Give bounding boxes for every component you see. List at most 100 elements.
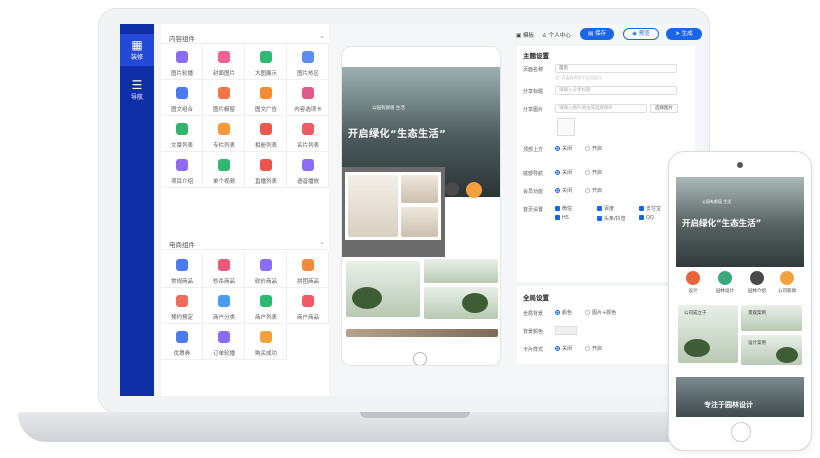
widget-icon xyxy=(218,87,230,99)
canvas-preview[interactable]: 公园有颜值 生活 开启绿化“生态生活” xyxy=(341,46,501,366)
content-group-header[interactable]: 内容组件 ⌄ xyxy=(161,30,329,44)
commerce-group-title: 电商组件 xyxy=(169,241,195,249)
commerce-widget[interactable]: 订单轮播 xyxy=(203,324,245,360)
widget-label: 购买成功 xyxy=(254,351,277,357)
content-widget[interactable]: 图文广告 xyxy=(245,80,287,116)
widget-icon xyxy=(302,123,314,135)
design-circle-icon[interactable] xyxy=(686,271,700,285)
save-button[interactable]: ▤ 保存 xyxy=(580,28,614,40)
bg-image-radio[interactable]: 图片+颜色 xyxy=(585,309,616,316)
member-label: 会员功能 xyxy=(523,189,544,195)
nav-item-decorate[interactable]: ▦ 装修 xyxy=(120,34,154,66)
widget-label: 专栏列表 xyxy=(212,143,235,149)
room-image xyxy=(348,175,398,237)
commerce-widget[interactable]: 秒杀商品 xyxy=(203,252,245,288)
content-widget[interactable]: 图文组合 xyxy=(161,80,203,116)
landscape-case-title: 景观案例 xyxy=(748,311,766,316)
widget-label: 常规商品 xyxy=(170,279,193,285)
share-qq-checkbox[interactable]: QQ xyxy=(639,215,654,221)
content-widget[interactable]: 项目介绍 xyxy=(161,152,203,188)
card-style-on-radio[interactable]: 开启 xyxy=(585,345,602,352)
commerce-widget[interactable]: 优惠券 xyxy=(161,324,203,360)
preview-button[interactable]: ◉ 预览 xyxy=(623,28,659,40)
share-wechat-checkbox[interactable]: 微信 xyxy=(555,205,572,212)
commerce-widget[interactable]: 商户商品 xyxy=(287,288,329,324)
generate-button[interactable]: ➤ 生成 xyxy=(666,28,702,40)
nav-item-navigation[interactable]: ☰ 导航 xyxy=(120,74,154,106)
bg-color-picker[interactable] xyxy=(555,326,577,335)
circle-label: 园林设计 xyxy=(716,289,734,294)
share-alipay-checkbox[interactable]: 支付宝 xyxy=(639,205,661,212)
share-image-thumb[interactable] xyxy=(557,118,575,136)
commerce-widget[interactable]: 商户分类 xyxy=(203,288,245,324)
user-center-link[interactable]: ♙ 个人中心 xyxy=(542,31,571,39)
template-link[interactable]: ▣ 模板 xyxy=(516,31,534,39)
phone-hero-title: 开启绿化“生态生活” xyxy=(682,219,762,229)
top-bar-on-radio[interactable]: 开启 xyxy=(585,145,602,152)
content-widget[interactable]: 封面图片 xyxy=(203,44,245,80)
widget-icon xyxy=(176,295,188,307)
chevron-down-icon: ⌄ xyxy=(319,238,325,246)
footer-image xyxy=(346,329,498,337)
checkbox-label: 头条/抖音 xyxy=(604,216,626,222)
phone-home-button xyxy=(731,422,751,442)
commerce-widget[interactable]: 常规商品 xyxy=(161,252,203,288)
widget-icon xyxy=(260,259,272,271)
nav-circle-icon xyxy=(466,182,482,198)
top-bar-off-radio[interactable]: 关闭 xyxy=(555,145,572,152)
commerce-widget[interactable]: 商户列表 xyxy=(245,288,287,324)
widget-icon xyxy=(176,87,188,99)
content-widget[interactable]: 语音播放 xyxy=(287,152,329,188)
widget-icon xyxy=(218,295,230,307)
card-style-off-radio[interactable]: 关闭 xyxy=(555,345,572,352)
member-on-radio[interactable]: 开启 xyxy=(585,187,602,194)
commerce-widget[interactable]: 购买成功 xyxy=(245,324,287,360)
nav-label: 导航 xyxy=(130,94,143,101)
drag-overlay xyxy=(342,241,445,257)
news-circle-icon[interactable] xyxy=(780,271,794,285)
canvas-home-button xyxy=(413,352,427,365)
widget-icon xyxy=(260,87,272,99)
content-widget[interactable]: 大图展示 xyxy=(245,44,287,80)
commerce-widget-grid: 常规商品 秒杀商品 砍价商品 拼团商品预约预定 商户分类 商户列表 商户商品优惠券 订单轮播 购… xyxy=(161,252,329,360)
commerce-widget[interactable]: 预约预定 xyxy=(161,288,203,324)
design-case-title: 设计案例 xyxy=(748,341,766,346)
bg-color-radio[interactable]: 颜色 xyxy=(555,309,572,316)
commerce-group-header[interactable]: 电商组件 ⌄ xyxy=(161,236,329,250)
editor-screen: ▦ 装修 ☰ 导航 内容组件 ⌄ 图片轮播 封面图片 大图展示 图片热区图文组合 图片橱… xyxy=(120,24,704,396)
radio-label: 关闭 xyxy=(562,346,573,352)
garden-intro-circle-icon[interactable] xyxy=(750,271,764,285)
radio-label: 颜色 xyxy=(562,310,573,316)
content-widget[interactable]: 图片热区 xyxy=(287,44,329,80)
content-widget[interactable]: 图片橱窗 xyxy=(203,80,245,116)
bottom-nav-off-radio[interactable]: 关闭 xyxy=(555,169,572,176)
share-toutiao-checkbox[interactable]: 头条/抖音 xyxy=(597,215,626,222)
widget-icon xyxy=(302,259,314,271)
content-widget[interactable]: 名片列表 xyxy=(287,116,329,152)
widget-label: 优惠券 xyxy=(173,351,191,357)
theme-settings-title: 主题设置 xyxy=(523,52,549,60)
share-baidu-checkbox[interactable]: 百度 xyxy=(597,205,614,212)
bottom-nav-on-radio[interactable]: 开启 xyxy=(585,169,602,176)
choose-image-button[interactable]: 选择图片 xyxy=(650,104,678,113)
content-widget[interactable]: 单个视频 xyxy=(203,152,245,188)
page-name-input[interactable]: 首页 xyxy=(555,64,677,73)
widget-label: 语音播放 xyxy=(296,179,319,185)
share-settings-label: 首页设置 xyxy=(523,207,544,213)
mobile-preview-phone: 公园有颜值 生活 开启绿化“生态生活” 设计 园林设计 园林介绍 公司新闻 公司… xyxy=(668,151,812,451)
share-image-input[interactable]: 请输入图片地址或选择图片 xyxy=(555,104,647,113)
member-off-radio[interactable]: 关闭 xyxy=(555,187,572,194)
commerce-widget[interactable]: 砍价商品 xyxy=(245,252,287,288)
content-widget[interactable]: 专栏列表 xyxy=(203,116,245,152)
content-widget[interactable]: 文章列表 xyxy=(161,116,203,152)
commerce-widget[interactable]: 拼团商品 xyxy=(287,252,329,288)
content-widget[interactable]: 图片轮播 xyxy=(161,44,203,80)
garden-design-circle-icon[interactable] xyxy=(718,271,732,285)
global-settings-title: 全局设置 xyxy=(523,294,549,302)
content-widget[interactable]: 内容选项卡 xyxy=(287,80,329,116)
share-title-input[interactable]: 请输入分享标题 xyxy=(555,86,677,95)
landscape-case-image xyxy=(741,305,802,331)
share-h5-checkbox[interactable]: H5 xyxy=(555,215,569,221)
content-widget[interactable]: 相册列表 xyxy=(245,116,287,152)
content-widget[interactable]: 直播列表 xyxy=(245,152,287,188)
